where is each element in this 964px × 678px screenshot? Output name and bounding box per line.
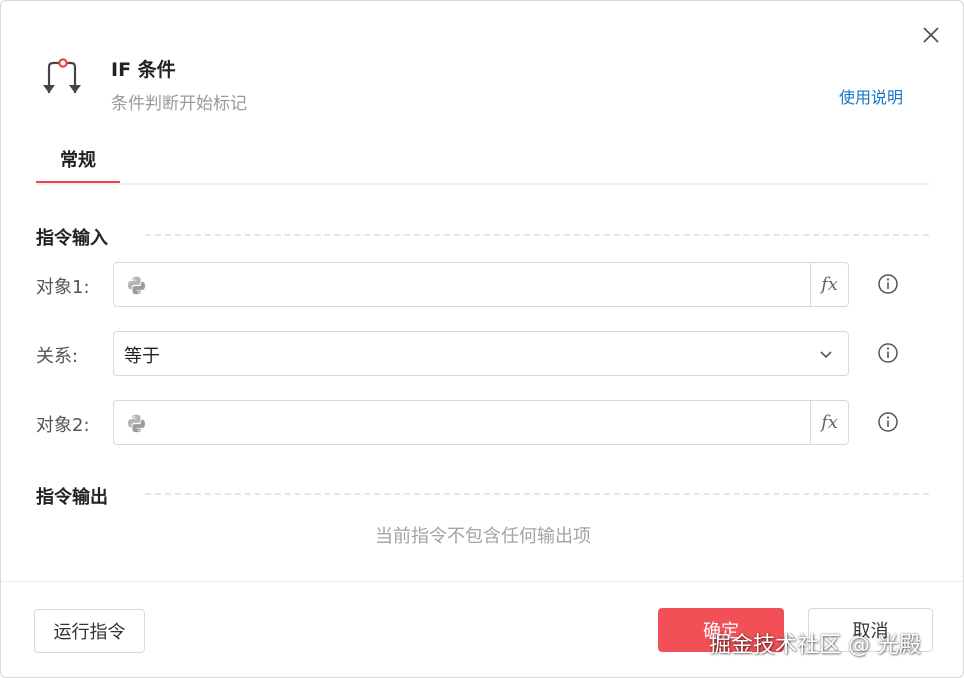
close-button[interactable] [917, 21, 945, 49]
section-title-output: 指令输出 [36, 487, 108, 508]
footer-divider [1, 581, 963, 582]
help-link[interactable]: 使用说明 [839, 84, 903, 108]
section-divider-output [145, 493, 929, 495]
output-empty-message: 当前指令不包含任何输出项 [375, 526, 591, 547]
object1-label: 对象1: [36, 277, 90, 298]
if-condition-dialog: IF 条件 条件判断开始标记 使用说明 常规 指令输入 对象1: fx 关系: … [0, 0, 964, 678]
object2-info-icon[interactable] [877, 411, 899, 433]
ok-button[interactable]: 确定 [658, 608, 784, 652]
python-icon [128, 276, 145, 295]
section-title-input: 指令输入 [36, 228, 108, 249]
object1-input[interactable]: fx [113, 262, 849, 307]
object1-info-icon[interactable] [877, 273, 899, 295]
tab-divider [36, 183, 929, 185]
cancel-button[interactable]: 取消 [808, 608, 933, 652]
relation-info-icon[interactable] [877, 342, 899, 364]
dialog-subtitle: 条件判断开始标记 [111, 94, 247, 114]
object1-fx-button[interactable]: fx [810, 263, 848, 306]
tab-general[interactable]: 常规 [36, 147, 120, 184]
section-divider-input [145, 234, 929, 236]
relation-select[interactable]: 等于 [113, 331, 849, 376]
relation-label: 关系: [36, 346, 79, 367]
object2-input[interactable]: fx [113, 400, 849, 445]
if-condition-icon [43, 58, 81, 93]
close-icon [923, 27, 939, 43]
dialog-title: IF 条件 [111, 59, 176, 81]
object2-fx-button[interactable]: fx [810, 401, 848, 444]
relation-selected-value: 等于 [124, 346, 160, 367]
run-command-button[interactable]: 运行指令 [34, 609, 145, 653]
chevron-down-icon [820, 351, 832, 359]
python-icon [128, 414, 145, 433]
object2-label: 对象2: [36, 415, 90, 436]
